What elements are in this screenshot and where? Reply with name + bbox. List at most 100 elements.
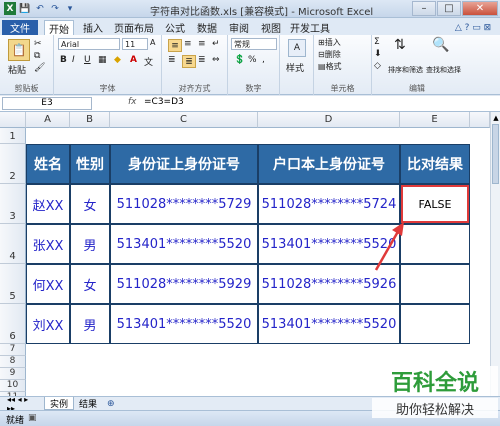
worksheet-grid[interactable]: A B C D E 1 2 3 4 5 6 7 8 9 10 11 姓名 性别 … (0, 112, 490, 396)
fx-icon[interactable]: fx (128, 97, 137, 107)
name-box[interactable]: E3 (2, 97, 92, 110)
insert-cells-button[interactable]: ⊞ 插入 (318, 37, 341, 48)
col-header-a[interactable]: A (26, 112, 70, 128)
table-cell[interactable]: 女 (70, 264, 110, 304)
table-cell[interactable]: 513401********5520 (258, 304, 400, 344)
row-header-3[interactable]: 3 (0, 184, 26, 224)
row-header-10[interactable]: 10 (0, 380, 26, 392)
font-size-select[interactable]: 11 (122, 38, 148, 50)
autosum-icon[interactable]: Σ (374, 37, 380, 47)
header-cell-result[interactable]: 比对结果 (400, 144, 470, 184)
header-cell-gender[interactable]: 性别 (70, 144, 110, 184)
find-select-label[interactable]: 查找和选择 (426, 65, 461, 75)
currency-icon[interactable]: 💲 (234, 55, 245, 65)
phonetic-icon[interactable]: 文 (144, 55, 153, 68)
redo-icon[interactable]: ↷ (49, 2, 61, 15)
select-all-corner[interactable] (0, 112, 26, 128)
font-name-select[interactable]: Arial (58, 38, 120, 50)
table-cell[interactable]: 刘XX (26, 304, 70, 344)
tab-review[interactable]: 审阅 (224, 20, 254, 35)
border-icon[interactable]: ▦ (98, 55, 107, 65)
copy-icon[interactable]: ⧉ (34, 51, 40, 61)
italic-button[interactable]: I (72, 55, 75, 65)
minimize-button[interactable]: – (412, 1, 436, 16)
tab-file[interactable]: 文件 (2, 20, 38, 35)
tab-page-layout[interactable]: 页面布局 (110, 20, 158, 35)
row-header-2[interactable]: 2 (0, 144, 26, 184)
table-cell[interactable]: 男 (70, 304, 110, 344)
percent-icon[interactable]: % (248, 55, 257, 65)
formula-input[interactable]: =C3=D3 (144, 97, 184, 107)
tab-data[interactable]: 数据 (192, 20, 222, 35)
tab-home[interactable]: 开始 (44, 20, 74, 36)
row-header-6[interactable]: 6 (0, 304, 26, 344)
col-header-c[interactable]: C (110, 112, 258, 128)
bold-button[interactable]: B (60, 55, 67, 65)
undo-icon[interactable]: ↶ (34, 2, 46, 15)
number-format-select[interactable]: 常规 (231, 38, 277, 50)
bottom-align-icon[interactable]: ≡ (198, 39, 206, 49)
fill-icon[interactable]: ⬇ (374, 49, 382, 59)
middle-align-icon[interactable]: ≡ (184, 39, 192, 49)
new-sheet-icon[interactable]: ⊕ (102, 397, 120, 410)
paste-icon[interactable]: 📋 (8, 39, 30, 61)
top-align-icon[interactable]: ≡ (168, 39, 182, 52)
styles-label[interactable]: 样式 (286, 61, 304, 74)
header-cell-hukou[interactable]: 户口本上身份证号 (258, 144, 400, 184)
close-button[interactable]: ✕ (462, 1, 498, 16)
table-cell[interactable]: 女 (70, 184, 110, 224)
format-cells-button[interactable]: ▤ 格式 (318, 61, 342, 72)
grow-font-icon[interactable]: A (150, 38, 155, 47)
fill-color-icon[interactable]: ◆ (114, 55, 121, 65)
row-header-9[interactable]: 9 (0, 368, 26, 380)
col-header-e[interactable]: E (400, 112, 470, 128)
scroll-thumb[interactable] (492, 124, 499, 184)
save-icon[interactable]: 💾 (19, 2, 31, 15)
tab-formulas[interactable]: 公式 (160, 20, 190, 35)
row-header-8[interactable]: 8 (0, 356, 26, 368)
header-cell-name[interactable]: 姓名 (26, 144, 70, 184)
clear-icon[interactable]: ◇ (374, 61, 381, 71)
tab-insert[interactable]: 插入 (78, 20, 108, 35)
tab-developer[interactable]: 开发工具 (288, 20, 332, 35)
col-header-b[interactable]: B (70, 112, 110, 128)
vertical-scrollbar[interactable]: ▲ (490, 112, 500, 396)
sort-filter-label[interactable]: 排序和筛选 (388, 65, 423, 75)
table-cell[interactable]: 513401********5520 (110, 304, 258, 344)
scroll-up-icon[interactable]: ▲ (492, 114, 500, 122)
table-cell[interactable]: 511028********5929 (110, 264, 258, 304)
table-cell[interactable] (400, 224, 470, 264)
dropdown-icon[interactable]: ▾ (64, 2, 76, 15)
table-cell[interactable]: 男 (70, 224, 110, 264)
table-cell[interactable]: 511028********5724 (258, 184, 400, 224)
row-header-5[interactable]: 5 (0, 264, 26, 304)
macro-record-icon[interactable]: ▣ (28, 413, 37, 423)
wrap-text-icon[interactable]: ↵ (212, 39, 220, 49)
sheet-tab-result[interactable]: 结果 (74, 397, 102, 410)
maximize-button[interactable]: □ (437, 1, 461, 16)
table-cell[interactable]: 张XX (26, 224, 70, 264)
delete-cells-button[interactable]: ⊟ 删除 (318, 49, 341, 60)
sheet-tab-instance[interactable]: 实例 (44, 397, 75, 410)
paste-label[interactable]: 粘贴 (8, 63, 26, 76)
table-cell[interactable] (400, 264, 470, 304)
styles-icon[interactable]: A (288, 39, 306, 57)
col-header-d[interactable]: D (258, 112, 400, 128)
align-left-icon[interactable]: ≣ (168, 55, 176, 65)
align-right-icon[interactable]: ≣ (198, 55, 206, 65)
merge-icon[interactable]: ⇔ (212, 55, 220, 65)
align-center-icon[interactable]: ≣ (182, 55, 196, 68)
cut-icon[interactable]: ✂ (34, 39, 42, 49)
row-header-4[interactable]: 4 (0, 224, 26, 264)
table-cell[interactable] (400, 304, 470, 344)
sheet-nav-icons[interactable]: ◂◂ ◂ ▸ ▸▸ (2, 395, 42, 413)
row-header-1[interactable]: 1 (0, 128, 26, 144)
row-header-7[interactable]: 7 (0, 344, 26, 356)
table-cell[interactable]: 何XX (26, 264, 70, 304)
format-painter-icon[interactable]: 🖌 (34, 63, 45, 73)
table-cell[interactable]: 赵XX (26, 184, 70, 224)
sort-filter-icon[interactable]: ⇅ (394, 37, 406, 53)
find-select-icon[interactable]: 🔍 (432, 37, 449, 53)
table-cell[interactable]: 511028********5729 (110, 184, 258, 224)
tab-view[interactable]: 视图 (256, 20, 286, 35)
